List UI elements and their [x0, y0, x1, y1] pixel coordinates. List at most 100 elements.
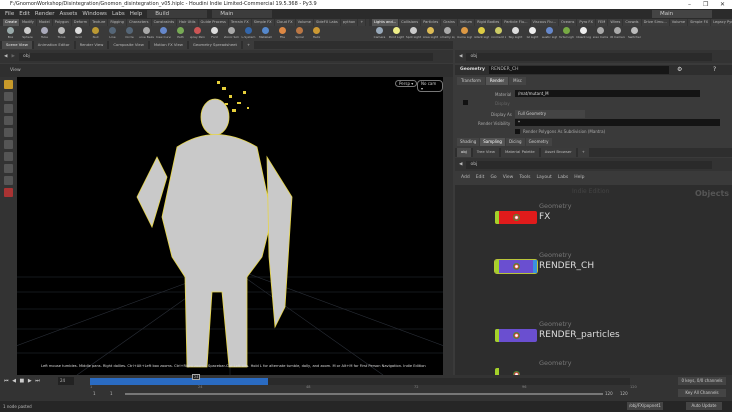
- shelf-tab-deform[interactable]: Deform: [71, 19, 90, 26]
- end-frame[interactable]: 120: [620, 391, 628, 396]
- perspective-dropdown[interactable]: Persp ▾: [395, 80, 418, 87]
- shelf-tool-helix[interactable]: Helix: [309, 26, 324, 41]
- playhead-marker[interactable]: 24: [192, 374, 201, 380]
- shelf-tab-lights-and[interactable]: Lights and...: [372, 19, 399, 26]
- minimize-button[interactable]: –: [688, 0, 691, 9]
- display-flag[interactable]: [495, 368, 499, 375]
- shelf-tool-sky-light[interactable]: Sky Light: [508, 26, 523, 41]
- material-field[interactable]: /mat/mutant_M: [515, 90, 700, 97]
- shelf-tab-viscous-flu[interactable]: Viscous Flu...: [530, 19, 558, 26]
- shelf-tool-geometry-light[interactable]: Geometry Light: [440, 26, 455, 41]
- shelf-tab-volume[interactable]: Volume: [295, 19, 313, 26]
- network-tab-obj[interactable]: obj: [457, 148, 471, 157]
- shelf-tab-particles[interactable]: Particles: [421, 19, 441, 26]
- shelf-tab-oceans[interactable]: Oceans: [559, 19, 577, 26]
- menu-edit[interactable]: Edit: [19, 11, 30, 17]
- tab-render[interactable]: Render: [485, 77, 509, 85]
- params-back-icon[interactable]: ◀: [459, 54, 462, 59]
- forward-arrow-icon[interactable]: ▶: [11, 54, 14, 59]
- close-button[interactable]: ✕: [720, 0, 725, 9]
- menu-assets[interactable]: Assets: [59, 11, 77, 17]
- subtab-dicing[interactable]: Dicing: [505, 138, 525, 146]
- range-slider[interactable]: [125, 393, 603, 395]
- shelf-tool-gi-light[interactable]: GI Light: [525, 26, 540, 41]
- subtab-geometry[interactable]: Geometry: [525, 138, 552, 146]
- shelf-tool-font[interactable]: Font: [207, 26, 222, 41]
- current-frame-field[interactable]: 24: [58, 377, 74, 385]
- snap-icon[interactable]: [4, 164, 13, 173]
- shelf-tab-drive-simu[interactable]: Drive Simu...: [641, 19, 669, 26]
- shelf-tab-particle-flu[interactable]: Particle Flu...: [502, 19, 530, 26]
- render-region-icon[interactable]: [4, 176, 13, 185]
- shelf-tool-curve-bezier[interactable]: Curve Bezier: [139, 26, 154, 41]
- render-flag[interactable]: [533, 260, 537, 273]
- shelf-tab-pyro-fx[interactable]: Pyro FX: [577, 19, 595, 26]
- shelf-tool-sphere[interactable]: Sphere: [20, 26, 35, 41]
- shelf-tool-point-light[interactable]: Point Light: [389, 26, 404, 41]
- shelf-tool-line[interactable]: Line: [105, 26, 120, 41]
- shelf-tool-tube[interactable]: Tube: [37, 26, 52, 41]
- shelf-tool-area-light[interactable]: Area Light: [423, 26, 438, 41]
- network-tab-[interactable]: +: [577, 148, 589, 157]
- status-node-path[interactable]: /obj/FX/popnet1: [627, 402, 663, 410]
- playback-controls[interactable]: ⏮ ◀ ■ ▶ ⏭: [4, 378, 41, 384]
- tab-transform[interactable]: Transform: [457, 77, 485, 85]
- shelf-tool-spray-paint[interactable]: Spray Paint: [190, 26, 205, 41]
- network-view[interactable]: Indie Edition Objects Geometry FX Geometry…: [455, 185, 732, 375]
- node-render-particles[interactable]: [495, 329, 537, 342]
- params-path-field[interactable]: obj: [466, 52, 712, 61]
- shelf-tool-distant-light[interactable]: Distant Light: [474, 26, 489, 41]
- shelf-tab-rigid-bodies[interactable]: Rigid Bodies: [475, 19, 502, 26]
- view-tool-icon[interactable]: [4, 152, 13, 161]
- shelf-tab-volume[interactable]: Volume: [669, 19, 688, 26]
- shelf-tool-file[interactable]: File: [275, 26, 290, 41]
- pane-tab-[interactable]: +: [242, 41, 255, 49]
- menu-file[interactable]: File: [5, 11, 14, 17]
- restore-button[interactable]: ❐: [703, 0, 708, 9]
- pane-tab-render-view[interactable]: Render View: [75, 41, 108, 49]
- subdiv-checkbox[interactable]: [515, 129, 520, 134]
- shelf-tab-legacy-pyr[interactable]: Legacy Pyr: [711, 19, 732, 26]
- desktop-main-dropdown[interactable]: Main: [212, 10, 273, 18]
- pane-tab-motion-fx-view[interactable]: Motion FX View: [149, 41, 187, 49]
- shelf-tool-volume-light[interactable]: Volume Light: [457, 26, 472, 41]
- camera-dropdown[interactable]: No cam ▾: [417, 80, 443, 92]
- network-menu-view[interactable]: View: [503, 172, 514, 183]
- shelf-tool-spot-light[interactable]: Spot Light: [406, 26, 421, 41]
- render-visibility-field[interactable]: *: [515, 119, 720, 126]
- subtab-shading[interactable]: Shading: [457, 138, 480, 146]
- display-flag[interactable]: [495, 329, 499, 342]
- back-arrow-icon[interactable]: ◀: [4, 54, 7, 59]
- shelf-tool-vr-camera[interactable]: VR Camera: [610, 26, 625, 41]
- shelf-tool-null[interactable]: Null: [88, 26, 103, 41]
- display-flag[interactable]: [495, 260, 499, 273]
- shelf-tool-stereo-camera[interactable]: Stereo Camera: [593, 26, 608, 41]
- playback-end-frame[interactable]: 120: [605, 391, 613, 396]
- shelf-tab-characters[interactable]: Characters: [126, 19, 151, 26]
- select-tool-icon[interactable]: [4, 80, 13, 89]
- playback-start-frame[interactable]: 1: [110, 391, 113, 396]
- shelf-tool-environment-light[interactable]: Environment Light: [491, 26, 506, 41]
- shelf-tab-crowds[interactable]: Crowds: [623, 19, 641, 26]
- node-geometry[interactable]: [495, 368, 537, 375]
- network-back-icon[interactable]: ◀: [459, 162, 462, 167]
- shelf-tab-cloud-fx[interactable]: Cloud FX: [274, 19, 295, 26]
- shelf-tab-grains[interactable]: Grains: [441, 19, 457, 26]
- shelf-tab-python[interactable]: python: [340, 19, 358, 26]
- help-icon[interactable]: ?: [713, 65, 716, 75]
- shelf-tool-l-system[interactable]: L-System: [241, 26, 256, 41]
- shelf-tab-fem[interactable]: FEM: [595, 19, 608, 26]
- scale-tool-icon[interactable]: [4, 116, 13, 125]
- pose-tool-icon[interactable]: [4, 140, 13, 149]
- shelf-tab-simple-fx[interactable]: Simple FX: [251, 19, 274, 26]
- shelf-tool-camera[interactable]: Camera: [372, 26, 387, 41]
- shelf-tab-collisions[interactable]: Collisions: [399, 19, 421, 26]
- network-menu-help[interactable]: Help: [574, 172, 584, 183]
- shelf-tool-platonic-solids[interactable]: Platonic Solids: [224, 26, 239, 41]
- shelf-tool-box[interactable]: Box: [3, 26, 18, 41]
- menu-windows[interactable]: Windows: [82, 11, 107, 17]
- shelf-tool-draw-curve[interactable]: Draw Curve: [156, 26, 171, 41]
- tab-misc[interactable]: Misc: [509, 77, 527, 85]
- node-render-ch[interactable]: [494, 259, 538, 274]
- pane-tab-composite-view[interactable]: Composite View: [109, 41, 148, 49]
